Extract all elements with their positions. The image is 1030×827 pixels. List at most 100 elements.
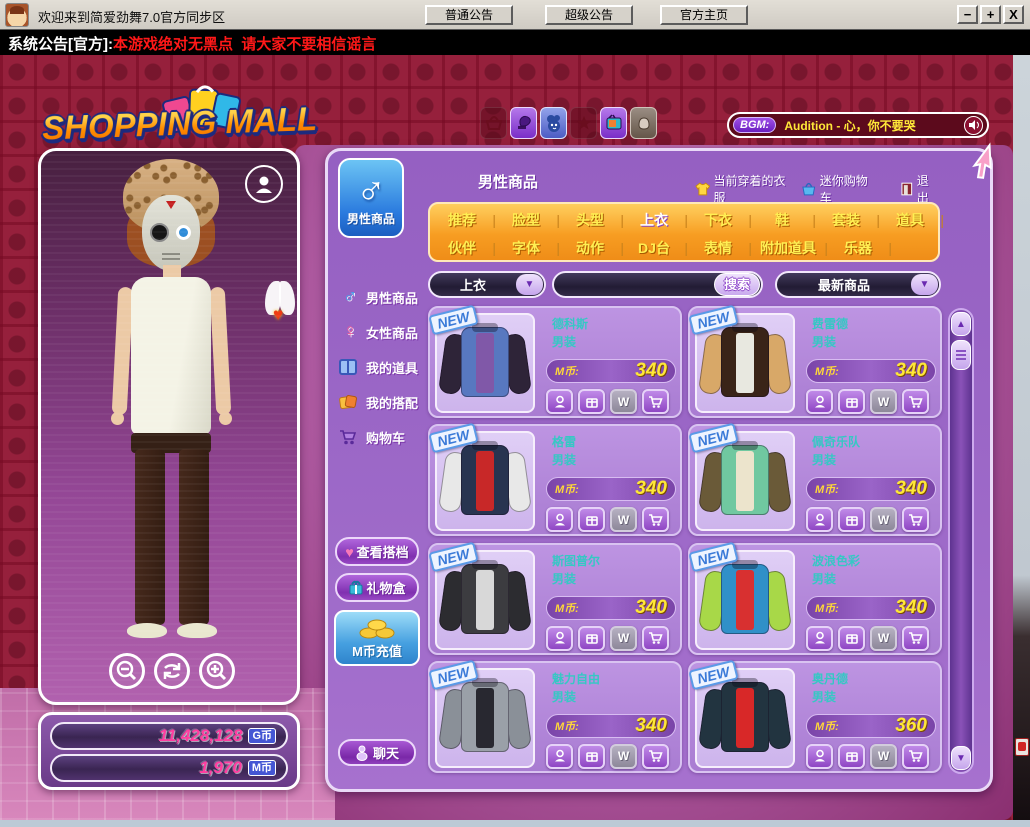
chevron-down-icon[interactable]: ▼ <box>911 274 938 295</box>
product-image[interactable]: NEW <box>695 431 795 531</box>
minimize-button[interactable]: − <box>957 5 978 24</box>
zoom-out-button[interactable] <box>109 653 145 689</box>
mitt-icon[interactable] <box>630 107 657 139</box>
wearing-link[interactable]: 当前穿着的衣服 <box>695 172 795 206</box>
mcoin-recharge-button[interactable]: M币充值 <box>334 610 420 666</box>
cart-button[interactable] <box>642 744 669 769</box>
price-bar: M币: 340 <box>546 477 676 501</box>
tab-face[interactable]: 脸型 <box>494 207 558 234</box>
scroll-down-button[interactable]: ▼ <box>951 746 971 770</box>
tab-partner[interactable]: 伙伴 <box>430 235 494 262</box>
speaker-icon[interactable] <box>964 116 983 135</box>
search-button[interactable]: 搜索 <box>714 273 760 296</box>
gift-button[interactable] <box>578 507 605 532</box>
cart-icon <box>338 428 362 446</box>
cart-button[interactable] <box>902 744 929 769</box>
sidebar-item-male-goods[interactable]: ♂ 男性商品 <box>338 286 424 308</box>
tab-top[interactable]: 上衣 <box>622 207 686 234</box>
gift-icon <box>585 631 599 645</box>
product-image[interactable]: NEW <box>435 431 535 531</box>
tab-font[interactable]: 字体 <box>494 235 558 262</box>
product-image[interactable]: NEW <box>435 313 535 413</box>
m-coin-row: 1,970 M币 <box>50 754 288 782</box>
gift-button[interactable] <box>578 744 605 769</box>
tab-dj[interactable]: DJ台 <box>622 235 686 262</box>
super-announce-button[interactable]: 超级公告 <box>545 5 633 25</box>
tryon-button[interactable] <box>806 507 833 532</box>
cart-icon <box>908 395 923 409</box>
official-home-button[interactable]: 官方主页 <box>660 5 748 25</box>
tab-extra-props[interactable]: 附加道具 <box>750 235 826 262</box>
rotate-button[interactable] <box>154 653 190 689</box>
product-image[interactable]: NEW <box>435 668 535 768</box>
chat-button[interactable]: 聊天 <box>338 739 416 766</box>
tab-recommend[interactable]: 推荐 <box>430 207 494 234</box>
chevron-down-icon[interactable]: ▼ <box>516 274 543 295</box>
tab-props[interactable]: 道具 <box>878 207 942 234</box>
heart-icon: ♥ <box>273 305 283 325</box>
gift-button[interactable] <box>838 389 865 414</box>
gift-button[interactable] <box>838 507 865 532</box>
mini-cart-link[interactable]: 迷你购物车 <box>801 172 878 206</box>
basket-icon[interactable] <box>480 107 507 139</box>
tryon-button[interactable] <box>546 389 573 414</box>
tab-action[interactable]: 动作 <box>558 235 622 262</box>
tryon-button[interactable] <box>546 507 573 532</box>
price-value: 340 <box>579 478 667 500</box>
product-grid: NEW 德科斯 男装 M币: 340 W NEW 费雷德 男装 M <box>428 306 942 774</box>
gift-button[interactable] <box>578 626 605 651</box>
product-image[interactable]: NEW <box>435 550 535 650</box>
zoom-in-button[interactable] <box>199 653 235 689</box>
cart-button[interactable] <box>902 507 929 532</box>
sidebar-item-female-goods[interactable]: ♀ 女性商品 <box>338 321 424 343</box>
tab-instrument[interactable]: 乐器 <box>826 235 890 262</box>
sort-select[interactable]: 最新商品 ▼ <box>775 271 941 298</box>
tab-hair[interactable]: 头型 <box>558 207 622 234</box>
gift-button[interactable] <box>838 744 865 769</box>
product-image[interactable]: NEW <box>695 313 795 413</box>
person-icon <box>553 631 567 645</box>
product-image[interactable]: NEW <box>695 550 795 650</box>
gift-button[interactable] <box>578 389 605 414</box>
tab-bottom[interactable]: 下衣 <box>686 207 750 234</box>
cart-button[interactable] <box>642 389 669 414</box>
profile-icon[interactable] <box>245 165 283 203</box>
avatar-eye-patch <box>150 223 169 242</box>
gift-button[interactable] <box>838 626 865 651</box>
tryon-button[interactable] <box>806 626 833 651</box>
shop-section-title: 男性商品 <box>478 171 538 192</box>
maximize-button[interactable]: + <box>980 5 1001 24</box>
scroll-thumb[interactable] <box>951 340 971 370</box>
close-button[interactable]: X <box>1003 5 1024 24</box>
tryon-button[interactable] <box>806 744 833 769</box>
sidebar-item-my-outfits[interactable]: 我的搭配 <box>338 391 424 413</box>
gift-box-button[interactable]: 礼物盒 <box>335 573 419 602</box>
exit-link[interactable]: 退出 <box>900 172 940 206</box>
scroll-up-button[interactable]: ▲ <box>951 312 971 336</box>
gramophone-icon[interactable] <box>510 107 537 139</box>
tryon-button[interactable] <box>546 626 573 651</box>
sidebar-item-my-items[interactable]: 我的道具 <box>338 356 424 378</box>
cart-button[interactable] <box>642 626 669 651</box>
cart-icon <box>908 749 923 763</box>
tab-emote[interactable]: 表情 <box>686 235 750 262</box>
star-icon[interactable] <box>570 107 597 139</box>
cart-button[interactable] <box>902 389 929 414</box>
cart-button[interactable] <box>642 507 669 532</box>
category-select[interactable]: 上衣 ▼ <box>428 271 546 298</box>
m-coin-badge: M币 <box>248 760 276 776</box>
view-partner-button[interactable]: ♥ 查看搭档 <box>335 537 419 566</box>
scrollbar-track[interactable]: ▲ ▼ <box>948 308 974 774</box>
tryon-button[interactable] <box>806 389 833 414</box>
normal-announce-button[interactable]: 普通公告 <box>425 5 513 25</box>
tab-shoes[interactable]: 鞋 <box>750 207 814 234</box>
tab-set[interactable]: 套装 <box>814 207 878 234</box>
sidebar-item-cart[interactable]: 购物车 <box>338 426 424 448</box>
tv-icon[interactable] <box>600 107 627 139</box>
cart-button[interactable] <box>902 626 929 651</box>
snowman-icon[interactable] <box>540 107 567 139</box>
product-image[interactable]: NEW <box>695 668 795 768</box>
system-announcement-bar: 系统公告[官方]: 本游戏绝对无黑点 请大家不要相信谣言 <box>0 31 1030 55</box>
tryon-button[interactable] <box>546 744 573 769</box>
male-category-badge[interactable]: ♂ 男性商品 <box>338 158 404 238</box>
